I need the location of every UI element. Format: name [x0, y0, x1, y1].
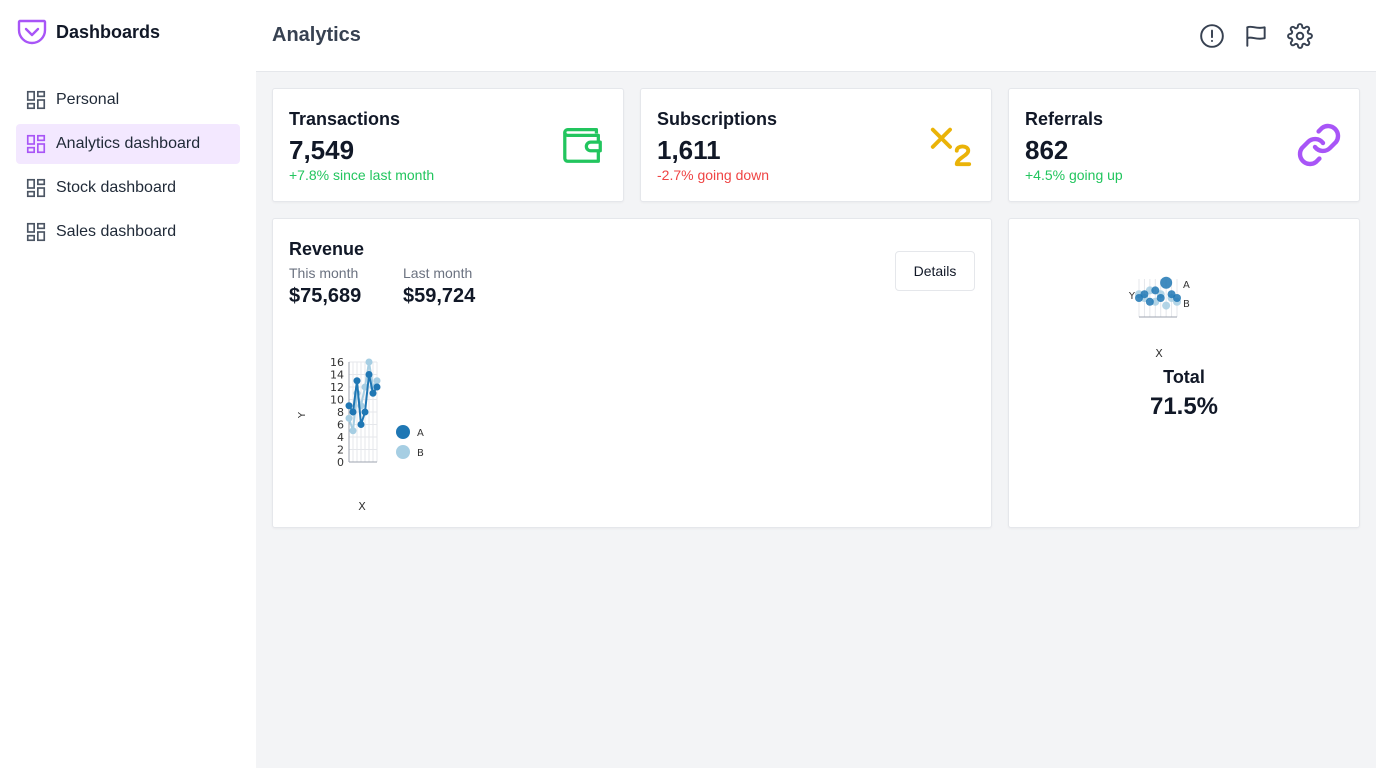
data-point-a: [357, 421, 365, 428]
details-button[interactable]: Details: [895, 251, 975, 291]
revenue-chart: 0246810121416 Y X AB: [297, 356, 424, 513]
y-tick-label: 0: [337, 456, 344, 469]
last-month-block: Last month $59,724: [403, 265, 475, 308]
page-title: Analytics: [272, 24, 361, 46]
alert-circle-icon[interactable]: [1198, 22, 1226, 50]
last-month-value: $59,724: [403, 285, 476, 307]
data-point-a: [369, 389, 377, 397]
stat-title: Subscriptions: [657, 109, 778, 129]
sidebar-item-label: Sales dashboard: [56, 223, 177, 240]
y-tick-label: 12: [330, 381, 344, 394]
sidebar-item-sales-dashboard[interactable]: Sales dashboard: [16, 212, 240, 252]
last-month-label: Last month: [403, 265, 473, 281]
y-axis-label: Y: [297, 411, 308, 419]
sidebar-item-personal[interactable]: Personal: [16, 80, 240, 120]
stat-change: +4.5% going up: [1025, 167, 1123, 183]
data-point-a: [1173, 294, 1181, 302]
data-point-a: [349, 408, 357, 416]
total-label: Total: [1163, 367, 1205, 387]
y-tick-label: 16: [330, 356, 344, 369]
legend-marker-a: [396, 425, 410, 439]
sidebar-item-analytics-dashboard[interactable]: Analytics dashboard: [16, 124, 240, 164]
y-tick-label: 8: [337, 406, 344, 419]
total-value: 71.5%: [1149, 393, 1219, 420]
subscript-icon: [927, 121, 975, 169]
data-point-b: [365, 358, 373, 366]
y-axis-label: Y: [1128, 291, 1136, 302]
this-month-block: This month $75,689: [289, 265, 361, 308]
pocket-logo-icon: [16, 16, 48, 48]
sidebar-item-label: Analytics dashboard: [56, 135, 201, 152]
this-month-value: $75,689: [289, 285, 362, 307]
data-point-a: [361, 408, 369, 416]
this-month-label: This month: [289, 265, 359, 281]
dashboard-grid-icon: [24, 220, 48, 244]
stat-title: Transactions: [289, 109, 401, 129]
total-chart: Y X AB: [1128, 276, 1190, 360]
data-point-a: [1140, 290, 1149, 299]
data-point-a: [345, 402, 353, 410]
settings-gear-icon[interactable]: [1286, 22, 1314, 50]
y-tick-label: 10: [330, 394, 344, 407]
sidebar-item-stock-dashboard[interactable]: Stock dashboard: [16, 168, 240, 208]
revenue-card: Revenue This month $75,689 Last month $5…: [272, 218, 992, 528]
data-point-a: [1160, 276, 1173, 289]
total-card: Y X AB Total 71.5%: [1008, 218, 1360, 528]
link-icon: [1295, 121, 1343, 169]
legend-label-a: A: [1183, 280, 1190, 291]
legend-label-b: B: [417, 448, 424, 459]
y-tick-label: 2: [337, 444, 344, 457]
data-point-a: [1151, 286, 1160, 295]
stat-value: 862: [1025, 135, 1069, 165]
data-point-b: [373, 377, 381, 385]
stat-card-subscriptions: Subscriptions 1,611 -2.7% going down: [640, 88, 992, 202]
sidebar-nav: Personal Analytics dashboard Stock dashb…: [16, 80, 240, 256]
brand-title: Dashboards: [56, 21, 161, 42]
stat-value: 7,549: [289, 135, 355, 165]
stat-change: +7.8% since last month: [289, 167, 435, 183]
data-point-a: [1156, 294, 1165, 302]
dashboard-grid-icon: [24, 132, 48, 156]
data-point-b: [1162, 301, 1171, 310]
x-axis-label: X: [1155, 347, 1163, 360]
legend-marker-b: [396, 445, 410, 459]
dashboard-grid-icon: [24, 88, 48, 112]
brand[interactable]: Dashboards: [16, 16, 160, 48]
stat-title: Referrals: [1025, 109, 1104, 129]
stat-change: -2.7% going down: [657, 167, 770, 183]
data-point-b: [349, 427, 357, 435]
dashboard-grid-icon: [24, 176, 48, 200]
legend-label-b: B: [1183, 299, 1190, 310]
flag-icon[interactable]: [1242, 22, 1270, 50]
data-point-a: [353, 377, 361, 385]
sidebar: Dashboards Personal Analytics dashboard …: [0, 0, 256, 768]
top-bar: Analytics: [256, 0, 1376, 72]
data-point-a: [365, 371, 373, 378]
stat-value: 1,611: [657, 135, 721, 165]
data-point-b: [345, 414, 353, 422]
y-tick-label: 6: [337, 419, 344, 432]
legend-label-a: A: [417, 428, 424, 439]
header-actions: [1198, 22, 1314, 50]
data-point-a: [1145, 297, 1154, 306]
stat-card-referrals: Referrals 862 +4.5% going up: [1008, 88, 1360, 202]
data-point-a: [373, 383, 381, 391]
revenue-title: Revenue: [289, 239, 365, 259]
stat-card-transactions: Transactions 7,549 +7.8% since last mont…: [272, 88, 624, 202]
wallet-icon: [559, 121, 607, 169]
y-tick-label: 4: [337, 431, 344, 444]
x-axis-label: X: [358, 500, 366, 513]
y-tick-label: 14: [330, 369, 344, 382]
sidebar-item-label: Stock dashboard: [56, 179, 177, 196]
sidebar-item-label: Personal: [56, 91, 120, 108]
